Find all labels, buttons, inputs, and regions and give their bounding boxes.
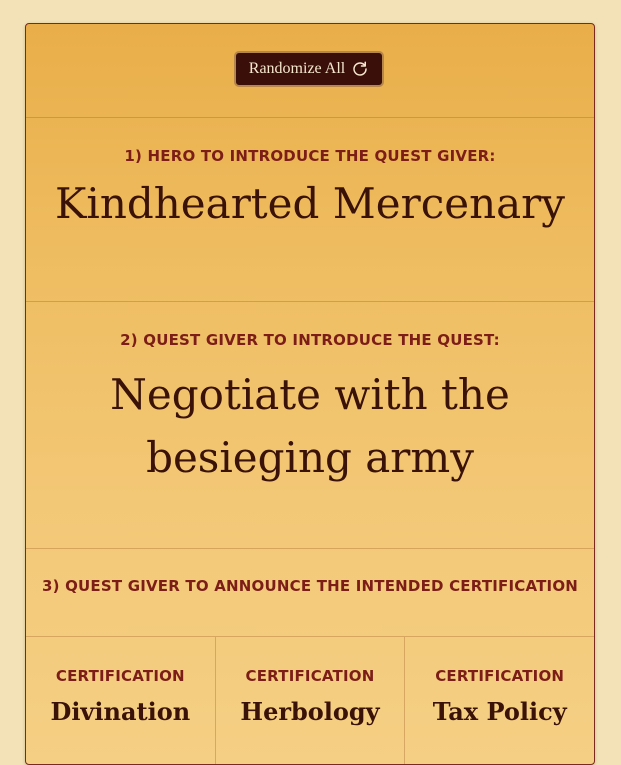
certification-value: Divination <box>50 697 191 726</box>
certification-label: Certification <box>435 667 565 685</box>
certification-label: Certification <box>245 667 375 685</box>
certification-heading: 3) Quest giver to announce the intended … <box>41 577 579 595</box>
certification-item: Certification Herbology <box>216 637 406 764</box>
randomize-all-label: Randomize All <box>248 60 346 77</box>
hero-section: 1) Hero to introduce the quest giver: Ki… <box>26 117 594 302</box>
hero-heading: 1) Hero to introduce the quest giver: <box>124 147 496 165</box>
quest-value: Negotiate with the besieging army <box>110 370 510 482</box>
randomize-all-button[interactable]: Randomize All <box>234 51 384 87</box>
certification-value: Herbology <box>240 697 380 726</box>
refresh-icon <box>351 60 369 78</box>
certification-section: 3) Quest giver to announce the intended … <box>26 548 594 637</box>
certification-item: Certification Divination <box>26 637 216 764</box>
certification-label: Certification <box>55 667 185 685</box>
certification-item: Certification Tax Policy <box>405 637 594 764</box>
quest-heading: 2) Quest giver to introduce the quest: <box>120 331 500 349</box>
hero-value: Kindhearted Mercenary <box>55 179 565 228</box>
quest-section: 2) Quest giver to introduce the quest: N… <box>26 301 594 549</box>
certification-value: Tax Policy <box>432 697 567 726</box>
quest-card: Randomize All 1) Hero to introduce the q… <box>25 23 595 765</box>
certification-columns: Certification Divination Certification H… <box>26 636 594 764</box>
toolbar: Randomize All <box>26 24 594 117</box>
